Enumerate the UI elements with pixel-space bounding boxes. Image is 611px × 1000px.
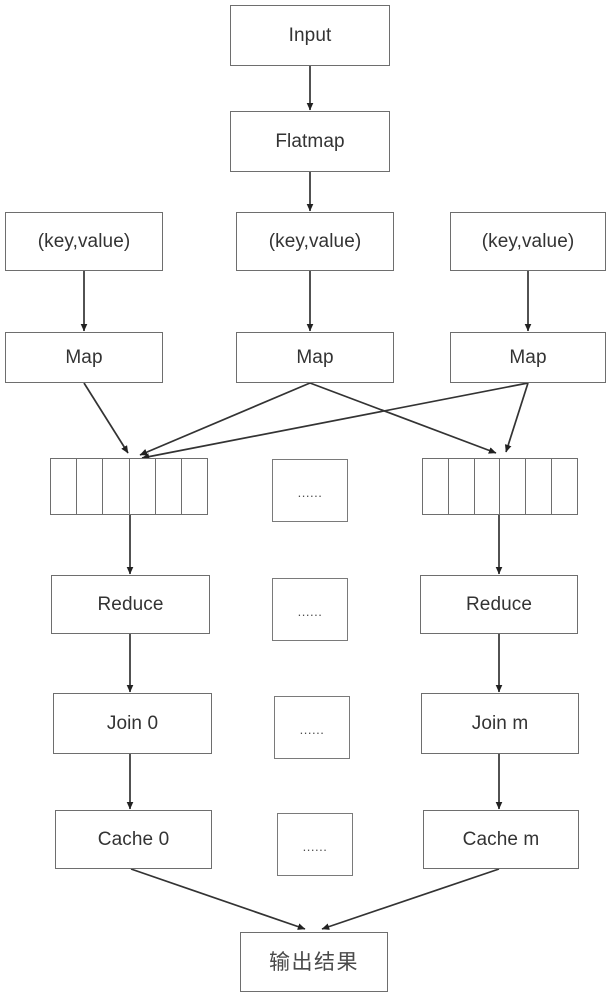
partition-left[interactable] (50, 458, 208, 515)
node-cache-left-label: Cache 0 (97, 829, 170, 850)
node-map-left[interactable]: Map (5, 332, 163, 383)
node-map-center[interactable]: Map (236, 332, 394, 383)
partition-right-cell (500, 459, 527, 514)
partition-left-cell (156, 459, 182, 514)
node-input-label: Input (288, 25, 332, 46)
node-reduce-left-label: Reduce (97, 594, 164, 615)
node-cache-right[interactable]: Cache m (423, 810, 579, 869)
node-flatmap[interactable]: Flatmap (230, 111, 390, 172)
ellipsis-box-partition-row: ...... (272, 459, 348, 522)
ellipsis-label: ...... (297, 485, 323, 500)
node-output-label: 输出结果 (269, 949, 359, 974)
partition-left-cell (182, 459, 207, 514)
partition-right-cell (423, 459, 449, 514)
partition-right[interactable] (422, 458, 578, 515)
ellipsis-box-join-row: ...... (274, 696, 350, 759)
node-reduce-left[interactable]: Reduce (51, 575, 210, 634)
node-reduce-right[interactable]: Reduce (420, 575, 578, 634)
ellipsis-box-reduce-row: ...... (272, 578, 348, 641)
node-key-value-left-label: (key,value) (37, 231, 131, 252)
node-key-value-right-label: (key,value) (481, 231, 575, 252)
node-join-right-label: Join m (471, 713, 529, 734)
ellipsis-box-cache-row: ...... (277, 813, 353, 876)
partition-left-cell (130, 459, 156, 514)
partition-right-cell (552, 459, 577, 514)
partition-right-cell (475, 459, 501, 514)
node-output[interactable]: 输出结果 (240, 932, 388, 992)
partition-right-cell (449, 459, 475, 514)
node-cache-left[interactable]: Cache 0 (55, 810, 212, 869)
node-map-left-label: Map (65, 347, 103, 368)
edge-map-left-to-partition-left (83, 382, 129, 454)
partition-right-cell (526, 459, 553, 514)
diagram-canvas: Input Flatmap (key,value) (key,value) (k… (0, 0, 611, 1000)
node-join-left[interactable]: Join 0 (53, 693, 212, 754)
node-map-right-label: Map (509, 347, 547, 368)
node-key-value-center-label: (key,value) (268, 231, 362, 252)
node-join-right[interactable]: Join m (421, 693, 579, 754)
partition-left-cell (51, 459, 78, 514)
edge-cache-left-to-output (130, 868, 306, 930)
node-input[interactable]: Input (230, 5, 390, 66)
edge-map-right-to-partition-right (504, 382, 529, 453)
node-map-right[interactable]: Map (450, 332, 606, 383)
node-flatmap-label: Flatmap (275, 131, 345, 152)
node-key-value-left[interactable]: (key,value) (5, 212, 163, 271)
node-map-center-label: Map (296, 347, 334, 368)
edge-map-center-to-partition-right (309, 382, 497, 454)
node-cache-right-label: Cache m (462, 829, 540, 850)
partition-left-cell (103, 459, 130, 514)
edge-map-right-to-partition-left (141, 382, 529, 460)
node-join-left-label: Join 0 (106, 713, 159, 734)
edge-cache-right-to-output (321, 868, 500, 930)
ellipsis-label: ...... (302, 839, 328, 854)
ellipsis-label: ...... (299, 722, 325, 737)
node-key-value-right[interactable]: (key,value) (450, 212, 606, 271)
ellipsis-label: ...... (297, 604, 323, 619)
edge-map-center-to-partition-left (139, 382, 311, 456)
node-key-value-center[interactable]: (key,value) (236, 212, 394, 271)
partition-left-cell (77, 459, 104, 514)
node-reduce-right-label: Reduce (465, 594, 533, 615)
